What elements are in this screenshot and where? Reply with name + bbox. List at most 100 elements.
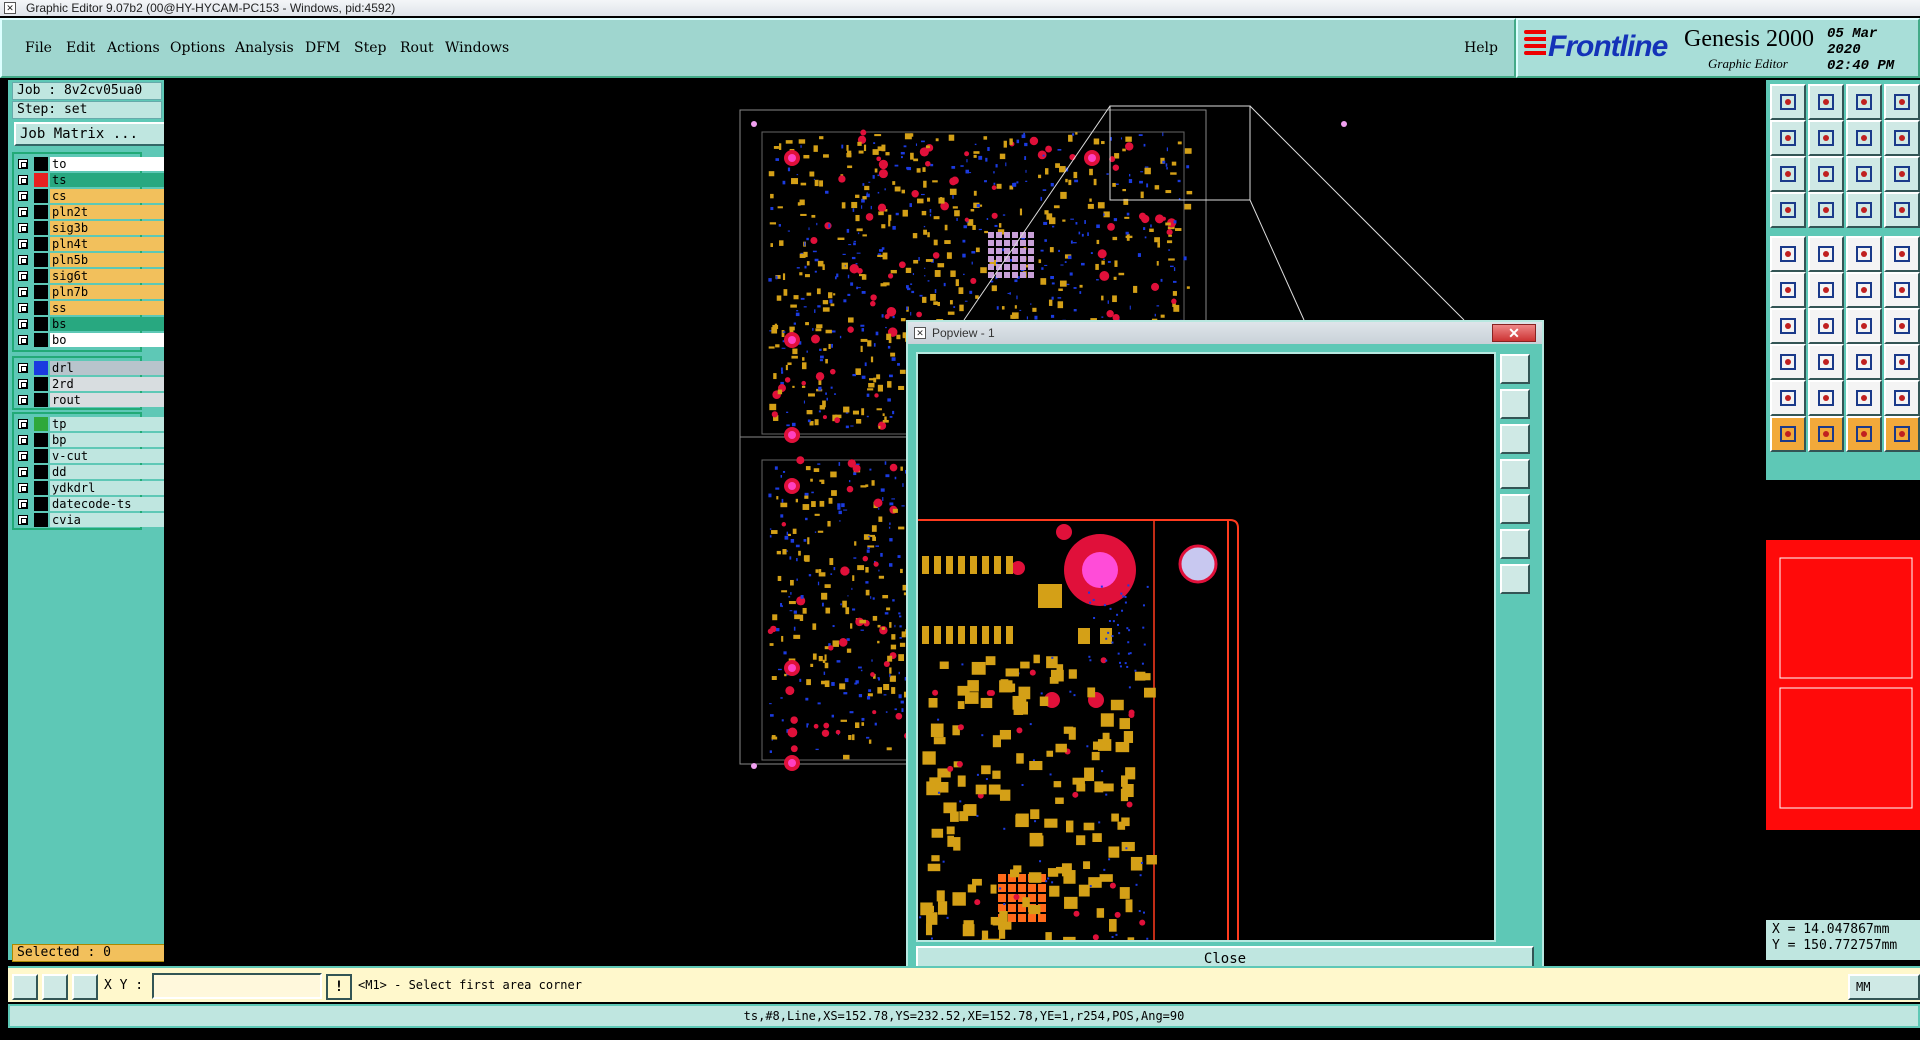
layer-color-swatch[interactable] xyxy=(34,317,48,331)
layer-name[interactable]: tp xyxy=(50,417,166,431)
layer-color-swatch[interactable] xyxy=(34,393,48,407)
layer-name[interactable]: bp xyxy=(50,433,166,447)
zoom-in-icon[interactable] xyxy=(1500,529,1530,559)
layer-row-drl[interactable]: drl xyxy=(14,360,166,376)
move-right-icon[interactable] xyxy=(1808,120,1844,156)
layer-color-swatch[interactable] xyxy=(34,377,48,391)
layer-name[interactable]: dd xyxy=(50,465,166,479)
job-matrix-button[interactable]: Job Matrix ... xyxy=(14,122,166,146)
xy-input[interactable] xyxy=(152,973,322,999)
layer-row-ydkdrl[interactable]: ydkdrl xyxy=(14,480,166,496)
pad-select-icon[interactable] xyxy=(1770,344,1806,380)
layer-color-swatch[interactable] xyxy=(34,417,48,431)
layer-checkbox[interactable] xyxy=(18,499,28,509)
arc-icon[interactable] xyxy=(1846,308,1882,344)
units-selector[interactable]: MM xyxy=(1848,974,1920,1000)
move-left-icon[interactable] xyxy=(1770,120,1806,156)
layer-row-sig6t[interactable]: sig6t xyxy=(14,268,166,284)
layer-row-bs[interactable]: bs xyxy=(14,316,166,332)
pointer-rotate-icon[interactable] xyxy=(1846,416,1882,452)
ratio-icon[interactable] xyxy=(1846,156,1882,192)
triangle2-icon[interactable] xyxy=(1808,380,1844,416)
layer-name[interactable]: ydkdrl xyxy=(50,481,166,495)
layer-checkbox[interactable] xyxy=(18,239,28,249)
layer-checkbox[interactable] xyxy=(18,319,28,329)
layer-checkbox[interactable] xyxy=(18,175,28,185)
layer-name[interactable]: rout xyxy=(50,393,166,407)
fit-view-icon[interactable] xyxy=(1770,156,1806,192)
layer-color-swatch[interactable] xyxy=(34,253,48,267)
line-select-icon[interactable] xyxy=(1808,344,1844,380)
popview-zoom-view[interactable] xyxy=(916,352,1496,942)
layer-row-ts[interactable]: ts xyxy=(14,172,166,188)
menu-analysis[interactable]: Analysis xyxy=(235,40,294,56)
layer-name[interactable]: pln4t xyxy=(50,237,166,251)
layer-row-rout[interactable]: rout xyxy=(14,392,166,408)
layer-color-swatch[interactable] xyxy=(34,189,48,203)
layer-checkbox[interactable] xyxy=(18,207,28,217)
measure-icon[interactable] xyxy=(1770,192,1806,228)
layer-name[interactable]: drl xyxy=(50,361,166,375)
popview-close-x-button[interactable]: ✕ xyxy=(1492,324,1536,342)
grid-icon[interactable] xyxy=(72,974,98,1000)
layer-name[interactable]: bo xyxy=(50,333,166,347)
layer-color-swatch[interactable] xyxy=(34,513,48,527)
menu-options[interactable]: Options xyxy=(170,40,225,56)
menu-help[interactable]: Help xyxy=(1464,40,1498,56)
layer-color-swatch[interactable] xyxy=(34,157,48,171)
layer-checkbox[interactable] xyxy=(18,335,28,345)
text-icon[interactable] xyxy=(1884,308,1920,344)
split-icon[interactable] xyxy=(1846,344,1882,380)
menu-file[interactable]: File xyxy=(25,40,52,56)
undo-icon[interactable] xyxy=(1846,120,1882,156)
layer-name[interactable]: cvia xyxy=(50,513,166,527)
node-icon[interactable] xyxy=(1770,272,1806,308)
menu-dfm[interactable]: DFM xyxy=(305,40,340,56)
layer-checkbox[interactable] xyxy=(18,379,28,389)
pan-right-icon[interactable] xyxy=(1500,494,1530,524)
redo-icon[interactable] xyxy=(1884,120,1920,156)
pointer-move-icon[interactable] xyxy=(1884,416,1920,452)
layer-checkbox[interactable] xyxy=(18,515,28,525)
layer-row-bo[interactable]: bo xyxy=(14,332,166,348)
dot-icon[interactable] xyxy=(1884,236,1920,272)
layer-name[interactable]: to xyxy=(50,157,166,171)
menu-windows[interactable]: Windows xyxy=(445,40,509,56)
query-icon[interactable] xyxy=(1884,156,1920,192)
layer-checkbox[interactable] xyxy=(18,483,28,493)
layer-name[interactable]: pln7b xyxy=(50,285,166,299)
layer-name[interactable]: sig3b xyxy=(50,221,166,235)
layer-row-ss[interactable]: ss xyxy=(14,300,166,316)
layer-name[interactable]: pln5b xyxy=(50,253,166,267)
zoom-out-icon[interactable] xyxy=(1500,564,1530,594)
corner-icon[interactable] xyxy=(1808,236,1844,272)
layer-color-swatch[interactable] xyxy=(34,301,48,315)
zoom-area-icon[interactable] xyxy=(1808,156,1844,192)
menu-rout[interactable]: Rout xyxy=(400,40,434,56)
layer-color-swatch[interactable] xyxy=(34,173,48,187)
pan-down-icon[interactable] xyxy=(1500,424,1530,454)
cross-icon[interactable] xyxy=(1808,272,1844,308)
layer-name[interactable]: datecode-ts xyxy=(50,497,166,511)
layer-row-datecode-ts[interactable]: datecode-ts xyxy=(14,496,166,512)
measure-icon[interactable] xyxy=(42,974,68,1000)
layer-checkbox[interactable] xyxy=(18,255,28,265)
execute-button[interactable]: ! xyxy=(326,974,352,1000)
panel-view-icon[interactable] xyxy=(1884,84,1920,120)
layer-checkbox[interactable] xyxy=(18,191,28,201)
layer-row-pln4t[interactable]: pln4t xyxy=(14,236,166,252)
layer-row-2rd[interactable]: 2rd xyxy=(14,376,166,392)
layer-checkbox[interactable] xyxy=(18,271,28,281)
layer-checkbox[interactable] xyxy=(18,419,28,429)
layer-checkbox[interactable] xyxy=(18,363,28,373)
layer-row-pln5b[interactable]: pln5b xyxy=(14,252,166,268)
route-icon[interactable] xyxy=(1808,192,1844,228)
menu-edit[interactable]: Edit xyxy=(66,40,95,56)
pointer-select-icon[interactable] xyxy=(1808,416,1844,452)
net-highlight-icon[interactable] xyxy=(1884,192,1920,228)
layer-row-dd[interactable]: dd xyxy=(14,464,166,480)
pointer-icon[interactable] xyxy=(1770,416,1806,452)
layer-name[interactable]: cs xyxy=(50,189,166,203)
pin-icon[interactable] xyxy=(1884,272,1920,308)
layer-checkbox[interactable] xyxy=(18,159,28,169)
